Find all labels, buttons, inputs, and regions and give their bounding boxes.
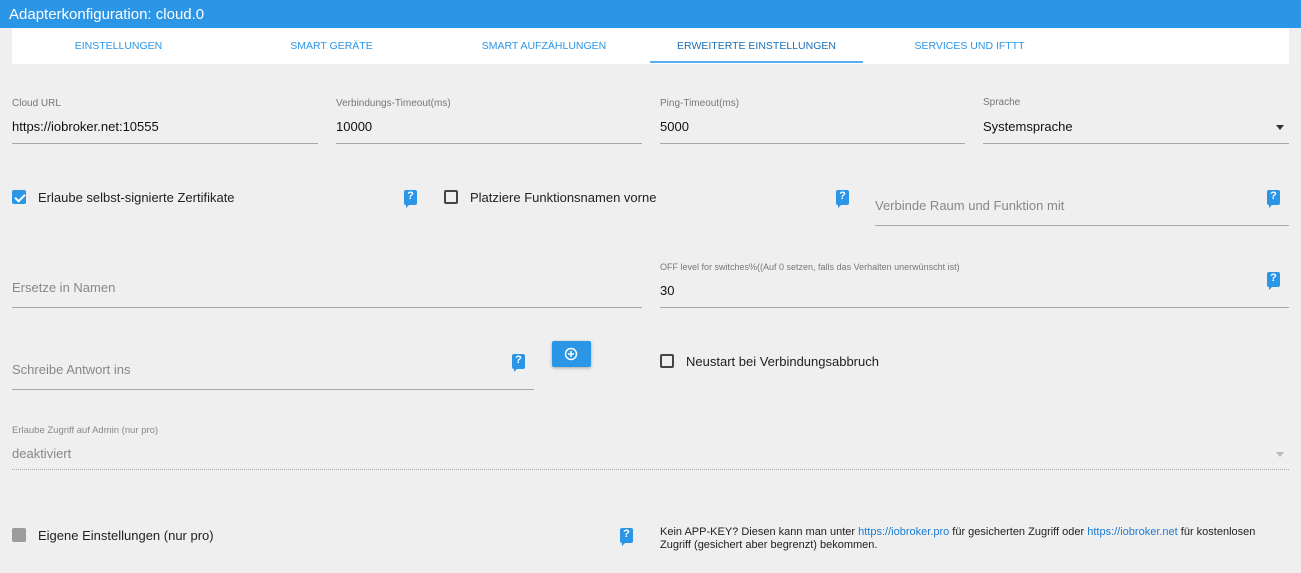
language-underline: [983, 143, 1289, 144]
help-icon[interactable]: ?: [620, 528, 633, 546]
add-circle-icon: [564, 347, 578, 361]
write-response-input[interactable]: Schreibe Antwort ins: [12, 362, 131, 377]
cloud-url-input[interactable]: https://iobroker.net:10555: [12, 119, 159, 134]
admin-access-select[interactable]: deaktiviert: [12, 446, 71, 461]
room-function-input[interactable]: Verbinde Raum und Funktion mit: [875, 198, 1064, 213]
write-response-underline: [12, 389, 534, 390]
info-text-2: für gesicherten Zugriff oder: [949, 526, 1088, 538]
help-icon[interactable]: ?: [836, 190, 849, 208]
tab-smart-geraete[interactable]: Smart Geräte: [225, 28, 438, 64]
own-settings-checkbox[interactable]: [12, 528, 26, 542]
help-icon[interactable]: ?: [1267, 190, 1280, 208]
iobroker-pro-link[interactable]: https://iobroker.pro: [858, 526, 949, 538]
restart-label: Neustart bei Verbindungsabbruch: [686, 354, 879, 369]
own-settings-label: Eigene Einstellungen (nur pro): [38, 528, 214, 543]
chevron-down-icon[interactable]: [1276, 452, 1284, 457]
ping-timeout-underline: [660, 143, 965, 144]
active-tab-indicator: [650, 61, 863, 63]
self-signed-checkbox[interactable]: [12, 190, 26, 204]
add-state-button[interactable]: [552, 341, 591, 367]
connection-timeout-label: Verbindungs-Timeout(ms): [336, 98, 451, 109]
admin-access-label: Erlaube Zugriff auf Admin (nur pro): [12, 425, 159, 436]
tab-bar: Einstellungen Smart Geräte Smart Aufzähl…: [12, 28, 1289, 64]
help-icon[interactable]: ?: [404, 190, 417, 208]
tab-erweiterte-einstellungen[interactable]: Erweiterte Einstellungen: [650, 28, 863, 64]
iobroker-net-link[interactable]: https://iobroker.net: [1087, 526, 1178, 538]
off-level-underline: [660, 307, 1289, 308]
help-icon[interactable]: ?: [1267, 272, 1280, 290]
language-select[interactable]: Systemsprache: [983, 119, 1073, 134]
window-title: Adapterkonfiguration: cloud.0: [0, 0, 1301, 28]
replace-in-names-input[interactable]: Ersetze in Namen: [12, 280, 115, 295]
tab-smart-aufzaehlungen[interactable]: Smart Aufzählungen: [438, 28, 650, 64]
function-first-label: Platziere Funktionsnamen vorne: [470, 190, 657, 205]
info-text-1: Kein APP-KEY? Diesen kann man unter: [660, 526, 859, 538]
admin-access-underline: [12, 469, 1289, 470]
cloud-url-underline: [12, 143, 318, 144]
off-level-label: OFF level for switches%((Auf 0 setzen, f…: [660, 262, 960, 272]
room-function-underline: [875, 225, 1289, 226]
ping-timeout-label: Ping-Timeout(ms): [660, 98, 740, 109]
help-icon[interactable]: ?: [512, 354, 525, 372]
app-key-info: Kein APP-KEY? Diesen kann man unter http…: [660, 526, 1260, 552]
self-signed-label: Erlaube selbst-signierte Zertifikate: [38, 190, 235, 205]
tab-einstellungen[interactable]: Einstellungen: [12, 28, 225, 64]
function-first-checkbox[interactable]: [444, 190, 458, 204]
cloud-url-label: Cloud URL: [12, 98, 61, 109]
tab-services-ifttt[interactable]: Services und IFTTT: [863, 28, 1076, 64]
restart-checkbox[interactable]: [660, 354, 674, 368]
connection-timeout-input[interactable]: 10000: [336, 119, 372, 134]
connection-timeout-underline: [336, 143, 642, 144]
language-label: Sprache: [983, 97, 1021, 108]
replace-in-names-underline: [12, 307, 642, 308]
chevron-down-icon[interactable]: [1276, 125, 1284, 130]
ping-timeout-input[interactable]: 5000: [660, 119, 689, 134]
off-level-input[interactable]: 30: [660, 283, 674, 298]
